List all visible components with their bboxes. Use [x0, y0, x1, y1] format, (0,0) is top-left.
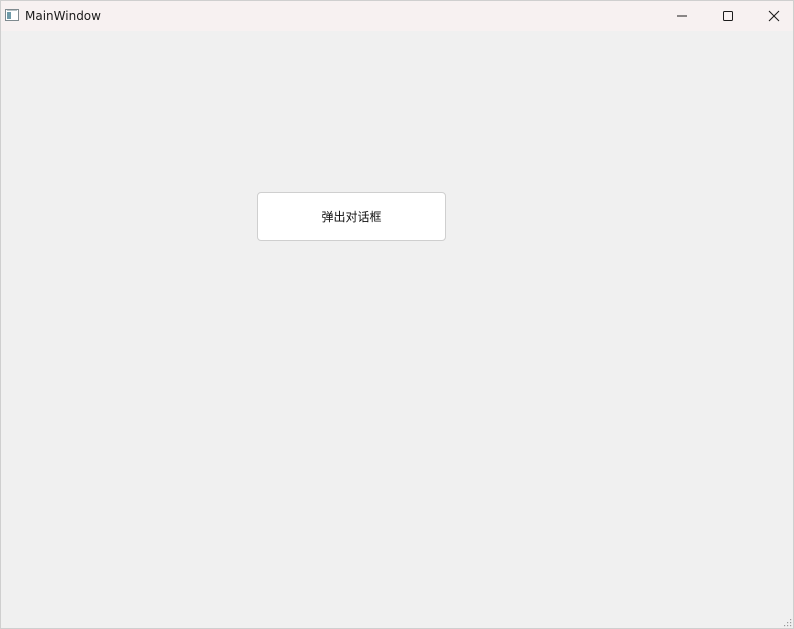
title-bar[interactable]: MainWindow	[1, 1, 793, 31]
minimize-icon	[677, 15, 687, 17]
close-icon	[768, 10, 780, 22]
size-grip-icon[interactable]	[784, 619, 792, 627]
show-dialog-button[interactable]: 弹出对话框	[257, 192, 446, 241]
client-area: 弹出对话框	[1, 31, 793, 628]
app-window-icon[interactable]	[5, 9, 19, 21]
window-title: MainWindow	[25, 9, 101, 23]
close-button[interactable]	[751, 1, 793, 31]
main-window: MainWindow 弹出对话框	[0, 0, 794, 629]
maximize-icon	[723, 11, 733, 21]
minimize-button[interactable]	[659, 1, 705, 31]
maximize-button[interactable]	[705, 1, 751, 31]
